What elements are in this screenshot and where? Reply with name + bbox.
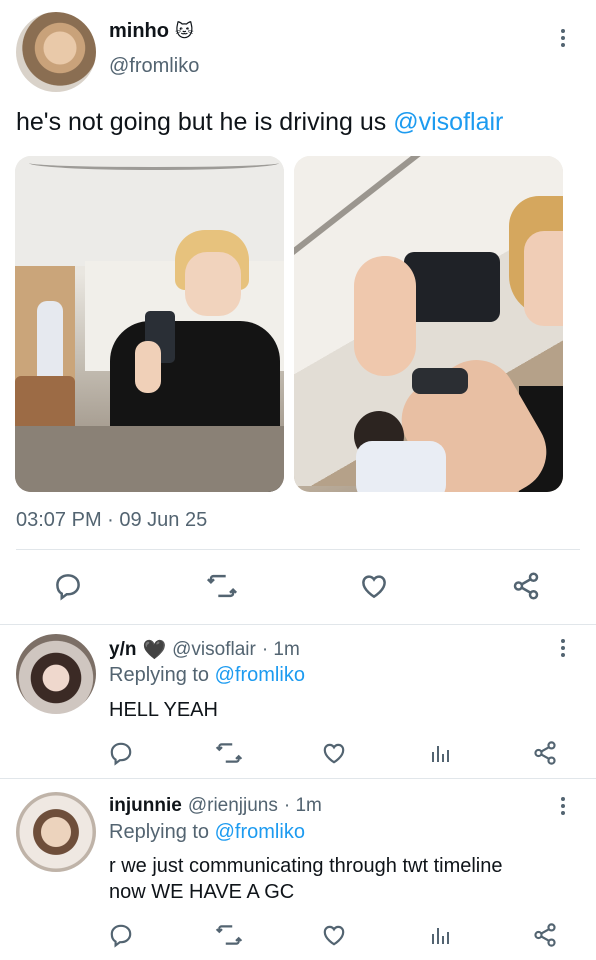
more-options-icon[interactable] (553, 24, 573, 52)
tweet-actions (0, 566, 596, 606)
tweet-text: he's not going but he is driving us @vis… (16, 108, 503, 137)
cat-emoji-icon: 🐱 (175, 21, 194, 41)
reply-1-replying-to: Replying to @fromliko (109, 664, 305, 687)
divider (0, 624, 596, 625)
reply-2-actions (0, 915, 596, 955)
author-avatar[interactable] (16, 12, 96, 92)
retweet-icon[interactable] (209, 733, 249, 773)
tweet-timestamp: 03:07 PM · 09 Jun 25 (16, 509, 208, 531)
tweet-body: he's not going but he is driving us (16, 108, 394, 136)
reply-1-handle[interactable]: @visoflair (172, 639, 256, 661)
reply-1-header: y/n 🖤 @visoflair · 1m (109, 638, 300, 662)
reply-2-handle[interactable]: @rienjjuns (188, 795, 278, 817)
reply-1-name[interactable]: y/n (109, 639, 136, 661)
like-icon[interactable] (314, 733, 354, 773)
reply-1-actions (0, 733, 596, 773)
author-display-name[interactable]: minho 🐱 (109, 20, 194, 43)
reply-2-more-icon[interactable] (553, 792, 573, 820)
tweet-photo-1[interactable] (15, 156, 284, 492)
reply-icon[interactable] (101, 733, 141, 773)
reply-1-more-icon[interactable] (553, 634, 573, 662)
tweet-mention-link[interactable]: @visoflair (393, 108, 503, 136)
divider (0, 778, 596, 779)
reply-2-name[interactable]: injunnie (109, 795, 182, 817)
black-heart-icon: 🖤 (142, 640, 167, 661)
reply-2-text-line-1: r we just communicating through twt time… (109, 855, 503, 877)
views-icon[interactable] (420, 733, 460, 773)
share-icon[interactable] (525, 733, 565, 773)
reply-2-text-line-2: now WE HAVE A GC (109, 881, 295, 903)
reply-avatar-injunnie[interactable] (16, 792, 96, 872)
like-icon[interactable] (314, 915, 354, 955)
reply-2-text: r we just communicating through twt time… (109, 853, 579, 905)
tweet-photo-2[interactable] (294, 156, 563, 492)
reply-2-header: injunnie @rienjjuns · 1m (109, 795, 322, 817)
reply-avatar-yn[interactable] (16, 634, 96, 714)
replying-prefix: Replying to (109, 664, 215, 686)
divider (16, 549, 580, 550)
retweet-icon[interactable] (202, 566, 242, 606)
replying-to-link[interactable]: @fromliko (215, 664, 305, 686)
reply-2-replying-to: Replying to @fromliko (109, 821, 305, 844)
share-icon[interactable] (525, 915, 565, 955)
reply-1-text: HELL YEAH (109, 699, 218, 721)
like-icon[interactable] (354, 566, 394, 606)
reply-icon[interactable] (48, 566, 88, 606)
author-name-text: minho (109, 20, 169, 42)
reply-1-time: · 1m (261, 639, 300, 660)
share-icon[interactable] (506, 566, 546, 606)
reply-2-time: · 1m (283, 795, 322, 816)
author-handle[interactable]: @fromliko (109, 55, 199, 78)
views-icon[interactable] (420, 915, 460, 955)
retweet-icon[interactable] (209, 915, 249, 955)
reply-icon[interactable] (101, 915, 141, 955)
replying-to-link[interactable]: @fromliko (215, 821, 305, 843)
replying-prefix: Replying to (109, 821, 215, 843)
